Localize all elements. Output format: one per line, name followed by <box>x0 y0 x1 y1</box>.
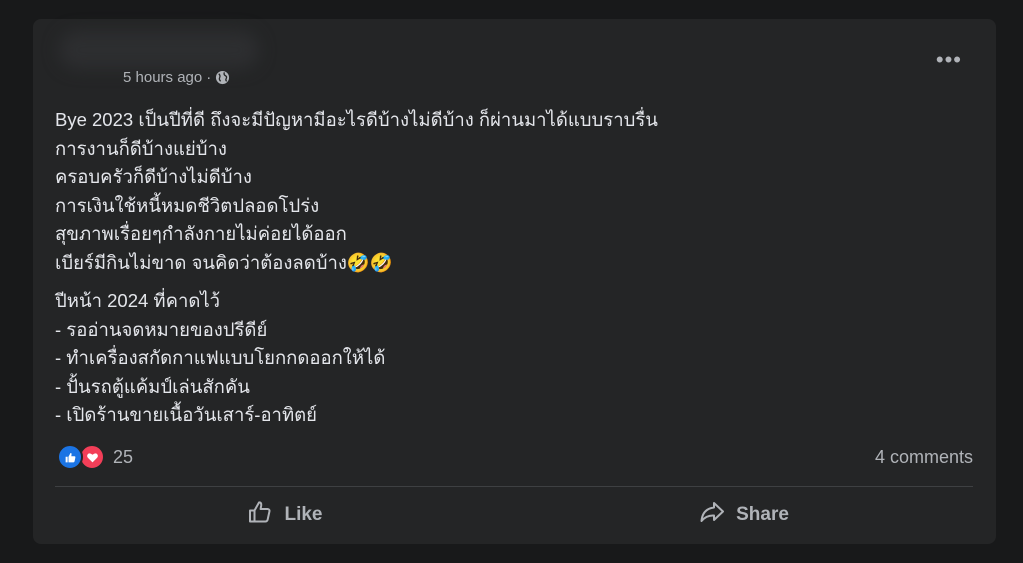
post-line: สุขภาพเรื่อยๆกำลังกายไม่ค่อยได้ออก <box>55 223 347 244</box>
post-card: 5 hours ago · ••• Bye 2023 เป็นปีที่ดี ถ… <box>33 19 996 544</box>
like-reaction-icon <box>57 444 83 470</box>
share-button[interactable]: Share <box>514 491 973 539</box>
post-line: ครอบครัวก็ดีบ้างไม่ดีบ้าง <box>55 166 252 187</box>
blurred-author-name <box>59 31 259 69</box>
post-line: การงานก็ดีบ้างแย่บ้าง <box>55 137 227 159</box>
post-paragraph-1: Bye 2023 เป็นปีที่ดี ถึงจะมีปัญหามีอะไรด… <box>55 106 955 277</box>
globe-icon <box>215 70 230 85</box>
post-line: - รออ่านจดหมายของปรีดีย์ <box>55 318 268 340</box>
reactions-summary[interactable]: 25 <box>57 444 133 470</box>
divider <box>55 486 973 487</box>
share-label: Share <box>736 504 789 525</box>
like-label: Like <box>284 504 323 525</box>
post-line: - ปั้นรถตู้แค้มป์เล่นสักคัน <box>55 375 250 397</box>
post-paragraph-2: ปีหน้า 2024 ที่คาดไว้ - รออ่านจดหมายของป… <box>55 287 955 430</box>
post-meta: 5 hours ago · <box>123 69 230 86</box>
post-line: ปีหน้า 2024 ที่คาดไว้ <box>55 290 221 311</box>
post-actions-bar: Like Share <box>55 491 973 539</box>
post-line: เบียร์มีกินไม่ขาด จนคิดว่าต้องลดบ้าง🤣🤣 <box>55 251 393 273</box>
comments-count-link[interactable]: 4 comments <box>875 447 973 468</box>
post-timestamp[interactable]: 5 hours ago <box>123 69 202 86</box>
share-arrow-icon <box>698 498 726 532</box>
reaction-count: 25 <box>113 446 134 467</box>
post-line: Bye 2023 เป็นปีที่ดี ถึงจะมีปัญหามีอะไรด… <box>55 109 658 130</box>
thumbs-up-icon <box>246 498 274 532</box>
post-line: การเงินใช้หนี้หมดชีวิตปลอดโปร่ง <box>55 194 320 216</box>
like-button[interactable]: Like <box>55 491 514 539</box>
meta-separator: · <box>206 69 212 86</box>
more-options-button[interactable]: ••• <box>936 49 962 71</box>
post-body: Bye 2023 เป็นปีที่ดี ถึงจะมีปัญหามีอะไรด… <box>55 106 955 430</box>
post-line: - เปิดร้านขายเนื้อวันเสาร์-อาทิตย์ <box>55 404 317 425</box>
post-line: - ทำเครื่องสกัดกาแฟแบบโยกกดออกให้ได้ <box>55 347 386 368</box>
